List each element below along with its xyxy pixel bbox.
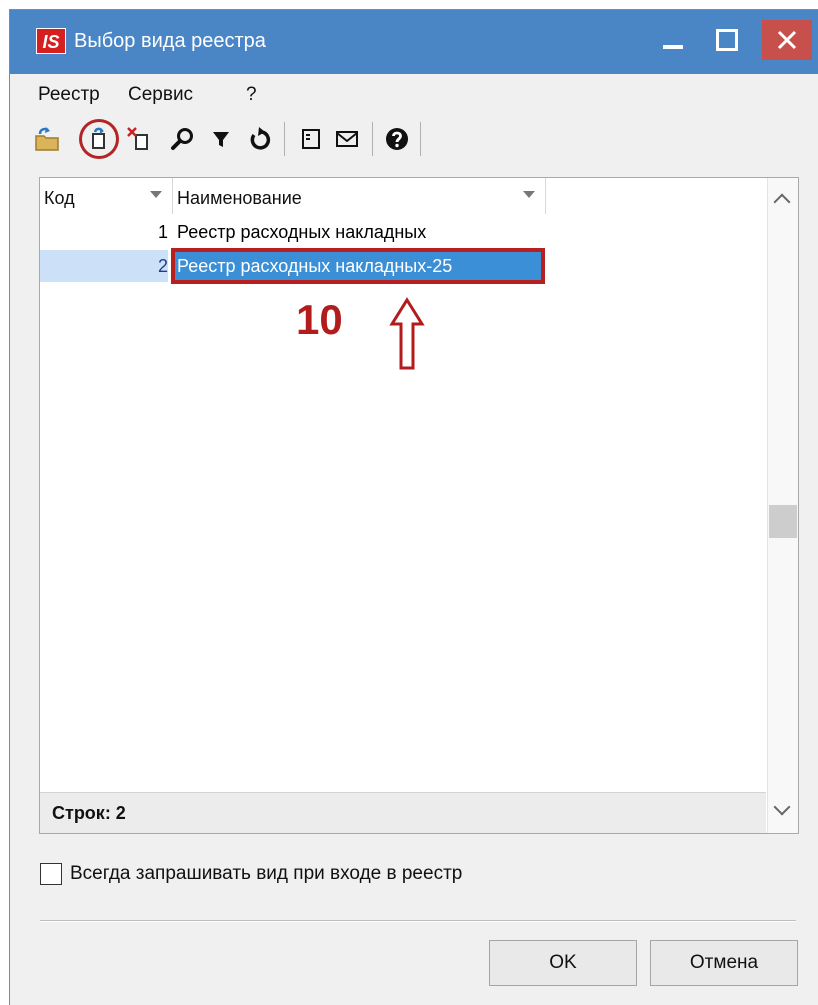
- folder-open-icon: [35, 127, 59, 151]
- dialog-window: IS Выбор вида реестра Реестр Сервис ? Ко…: [10, 10, 818, 1005]
- column-header-label: Наименование: [177, 188, 302, 208]
- form-icon: [302, 129, 320, 149]
- column-header-code[interactable]: Код: [40, 178, 173, 214]
- menu-registry[interactable]: Реестр: [38, 84, 100, 106]
- column-header-name[interactable]: Наименование: [173, 178, 546, 214]
- cell-name: Реестр расходных накладных-25: [171, 248, 545, 284]
- close-button[interactable]: [762, 20, 812, 60]
- add-document-button[interactable]: [82, 122, 116, 156]
- title-bar[interactable]: IS Выбор вида реестра: [10, 10, 818, 74]
- add-document-icon: [92, 127, 105, 149]
- toolbar-separator: [420, 122, 421, 156]
- row-count-label: Строк: 2: [52, 803, 126, 823]
- refresh-icon: [250, 127, 271, 150]
- help-button[interactable]: [380, 122, 414, 156]
- search-icon: [171, 128, 193, 150]
- scroll-down-icon[interactable]: [773, 798, 791, 816]
- divider: [40, 920, 796, 921]
- refresh-button[interactable]: [242, 122, 276, 156]
- delete-document-icon: [127, 127, 148, 150]
- table-row[interactable]: 1 Реестр расходных накладных: [40, 216, 545, 248]
- close-icon: [777, 30, 797, 50]
- menu-service[interactable]: Сервис: [128, 84, 193, 106]
- maximize-icon: [716, 29, 738, 51]
- app-logo: IS: [36, 28, 66, 54]
- toolbar: [10, 112, 818, 166]
- search-button[interactable]: [166, 122, 200, 156]
- always-ask-label[interactable]: Всегда запрашивать вид при входе в реест…: [70, 863, 462, 885]
- filter-icon: [213, 132, 229, 147]
- form-button[interactable]: [294, 122, 328, 156]
- mail-icon: [336, 131, 358, 147]
- sort-arrow-icon[interactable]: [523, 191, 535, 198]
- menu-bar: Реестр Сервис ?: [10, 74, 818, 112]
- toolbar-separator: [284, 122, 285, 156]
- minimize-icon: [663, 45, 683, 49]
- help-icon: [386, 128, 408, 150]
- ok-button[interactable]: OK: [489, 940, 637, 986]
- menu-help[interactable]: ?: [246, 84, 257, 106]
- table-row-selected[interactable]: 2 Реестр расходных накладных-25: [40, 248, 545, 284]
- grid-footer: Строк: 2: [40, 792, 766, 833]
- toolbar-separator: [372, 122, 373, 156]
- cancel-button[interactable]: Отмена: [650, 940, 798, 986]
- filter-button[interactable]: [204, 122, 238, 156]
- annotation-step-number: 10: [296, 296, 343, 343]
- minimize-button[interactable]: [646, 20, 700, 60]
- mail-button[interactable]: [330, 122, 364, 156]
- sort-arrow-icon[interactable]: [150, 191, 162, 198]
- folder-open-button[interactable]: [30, 122, 64, 156]
- scroll-thumb[interactable]: [769, 505, 797, 538]
- scroll-up-icon[interactable]: [773, 193, 791, 211]
- cell-code: 2: [40, 250, 168, 282]
- cell-name: Реестр расходных накладных: [177, 222, 427, 242]
- cell-code: 1: [157, 222, 168, 242]
- registry-grid: Код Наименование 1 Реестр расходных накл…: [39, 177, 799, 834]
- delete-document-button[interactable]: [122, 122, 156, 156]
- vertical-scrollbar[interactable]: [767, 178, 798, 833]
- column-header-label: Код: [44, 188, 75, 208]
- always-ask-checkbox[interactable]: [40, 863, 62, 885]
- annotation-up-arrow-icon: [389, 297, 425, 370]
- maximize-button[interactable]: [700, 20, 754, 60]
- window-title: Выбор вида реестра: [74, 30, 266, 52]
